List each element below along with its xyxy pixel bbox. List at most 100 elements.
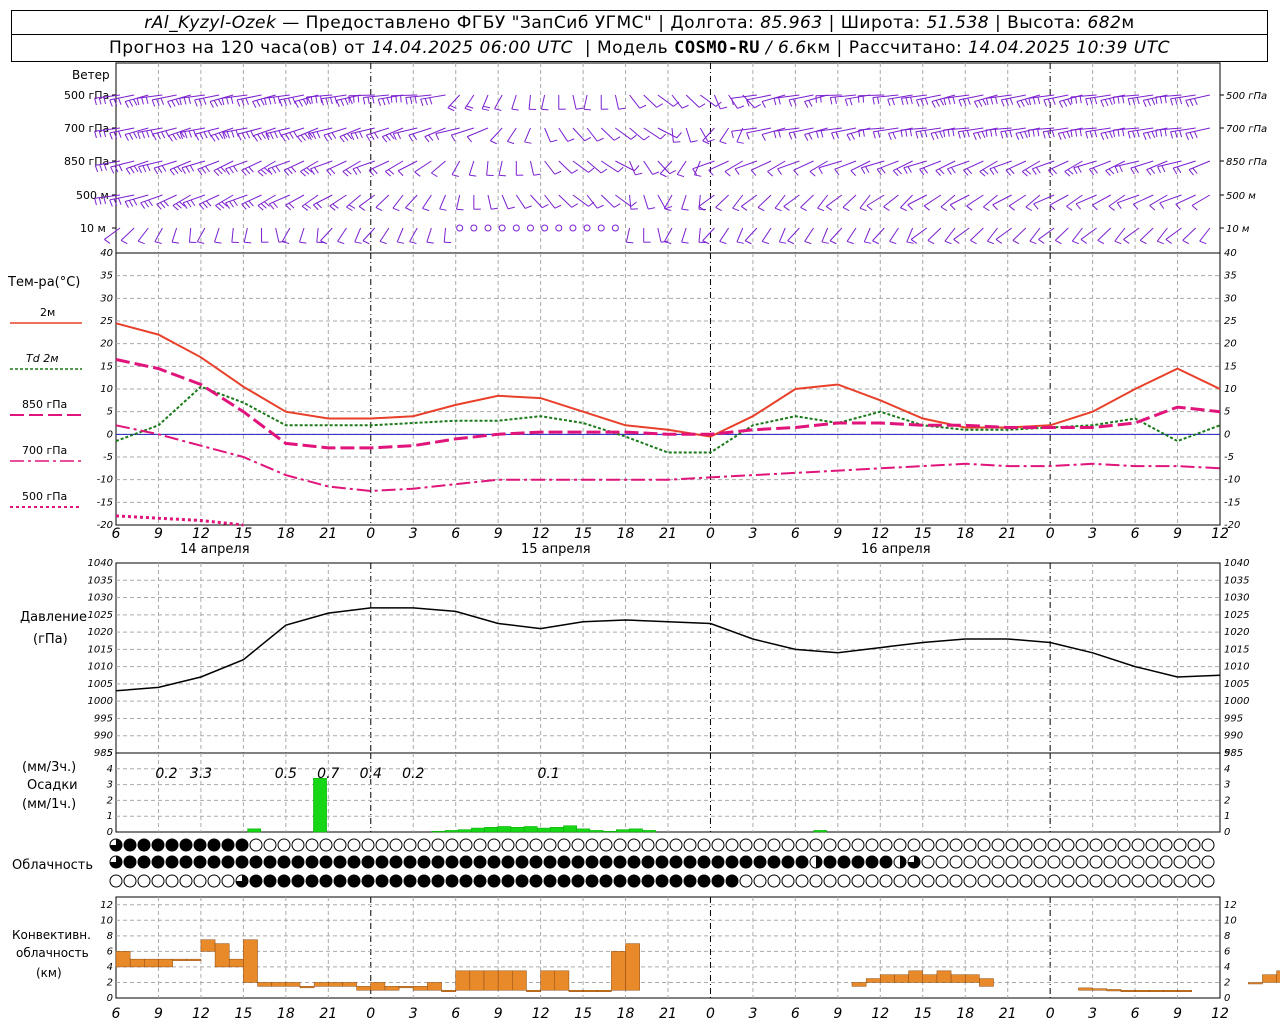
- wind-feather: [993, 167, 999, 174]
- wind-feather: [450, 134, 456, 142]
- conv-bar: [1120, 989, 1136, 992]
- wind-feather: [397, 170, 404, 177]
- wind-feather: [408, 134, 413, 142]
- wind-feather: [137, 132, 141, 140]
- wind-feather: [352, 168, 358, 175]
- x-tick-label-bottom: 18: [277, 1006, 295, 1022]
- temp-y-tick-left: 25: [100, 316, 113, 327]
- cloud-symbol: [991, 838, 1005, 852]
- wind-feather: [821, 241, 829, 244]
- cloud-symbol: [1075, 838, 1089, 852]
- wind-feather: [365, 134, 371, 142]
- cloud-symbol: [501, 855, 515, 869]
- wind-barb: [414, 160, 432, 173]
- wind-barb: [1139, 227, 1154, 241]
- x-tick-label-bottom: 0: [706, 1006, 715, 1022]
- wind-feather: [804, 134, 809, 141]
- wind-feather: [778, 97, 781, 105]
- wind-barb: [352, 160, 375, 170]
- wind-feather: [137, 240, 145, 245]
- temp-y-tick-right: -10: [1224, 475, 1240, 486]
- wind-feather: [1064, 171, 1071, 177]
- cloud-symbol: [613, 838, 627, 852]
- wind-barb: [489, 127, 503, 142]
- wind-feather: [983, 206, 990, 212]
- cloud-symbol: [473, 855, 487, 869]
- x-tick-label-bottom: 0: [1046, 1006, 1055, 1022]
- wind-feather: [584, 136, 592, 142]
- wind-feather: [719, 140, 727, 145]
- cloud-symbol: [501, 874, 515, 888]
- cloud-symbol: [459, 855, 473, 869]
- wind-feather: [98, 97, 102, 105]
- wind-barb: [698, 194, 715, 207]
- wind-feather: [1000, 99, 1005, 107]
- wind-feather: [124, 201, 129, 208]
- wind-barb: [778, 227, 786, 243]
- wind-feather: [1189, 132, 1194, 140]
- conv-bar: [922, 974, 938, 983]
- wind-barb: [927, 227, 942, 241]
- wind-feather: [145, 96, 149, 104]
- precip-total-label: 0.5: [275, 766, 297, 782]
- wind-feather: [447, 107, 455, 112]
- wind-feather: [773, 98, 777, 106]
- wind-feather: [892, 170, 899, 176]
- wind-feather: [118, 97, 122, 105]
- wind-barb: [983, 194, 998, 208]
- wind-feather: [431, 172, 438, 178]
- wind-barb: [692, 160, 715, 170]
- wind-feather: [773, 131, 777, 139]
- wind-feather: [186, 201, 192, 208]
- wind-feather: [1073, 167, 1078, 175]
- cloud-symbol: [697, 838, 711, 852]
- x-tick-label-bottom: 18: [956, 1006, 974, 1022]
- cloud-symbol: [725, 838, 739, 852]
- pressure-y-tick-right: 1015: [1224, 644, 1249, 655]
- wind-barb: [1080, 227, 1097, 240]
- wind-feather: [1072, 240, 1080, 245]
- wind-feather: [1157, 240, 1164, 245]
- cloud-symbol: [795, 874, 809, 888]
- wind-feather: [169, 169, 175, 176]
- wind-feather: [1109, 131, 1113, 139]
- wind-barb: [719, 127, 730, 142]
- wind-feather: [1100, 100, 1105, 107]
- wind-feather: [1174, 130, 1178, 138]
- wind-feather: [1024, 131, 1028, 139]
- cloud-symbol: [893, 874, 907, 888]
- cloud-symbol: [1019, 855, 1033, 869]
- wind-barb: [681, 194, 687, 210]
- wind-barb: [989, 160, 1012, 170]
- wind-feather: [665, 205, 673, 210]
- wind-barb: [863, 227, 871, 243]
- wind-feather: [972, 133, 977, 140]
- wind-feather: [924, 130, 928, 138]
- wind-feather: [1051, 168, 1058, 175]
- cloud-symbol: [557, 874, 571, 888]
- conv-bar: [596, 989, 612, 992]
- cloud-symbol: [865, 838, 879, 852]
- wind-feather: [289, 132, 294, 139]
- wind-feather: [947, 168, 952, 175]
- cloud-symbol: [823, 874, 837, 888]
- cloud-symbol: [487, 874, 501, 888]
- wind-barb: [842, 194, 857, 208]
- wind-barb: [320, 227, 333, 242]
- x-tick-label-bottom: 6: [451, 1006, 460, 1022]
- temp-y-tick-left: 15: [100, 361, 113, 372]
- wind-barb: [883, 194, 899, 208]
- wind-feather: [900, 207, 907, 212]
- wind-barb: [120, 227, 135, 241]
- wind-barb: [629, 194, 632, 210]
- cloud-symbol: [1005, 838, 1019, 852]
- cloud-symbol: [193, 874, 207, 888]
- wind-barb: [1012, 227, 1027, 241]
- wind-feather: [1108, 168, 1115, 175]
- wind-feather: [762, 240, 769, 245]
- wind-feather: [1047, 130, 1051, 138]
- wind-feather: [788, 132, 793, 140]
- wind-feather: [349, 97, 353, 105]
- wind-feather: [1031, 168, 1037, 175]
- wind-feather: [160, 97, 165, 105]
